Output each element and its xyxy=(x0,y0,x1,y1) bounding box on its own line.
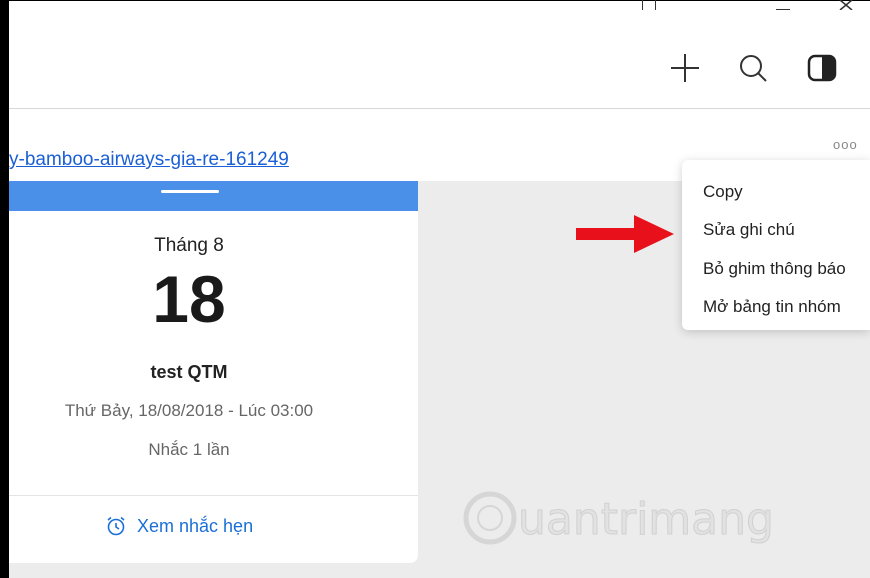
alarm-clock-icon xyxy=(107,516,125,536)
divider xyxy=(9,495,418,496)
panel-toggle-icon[interactable] xyxy=(805,50,841,86)
watermark-text: uantrimang xyxy=(518,494,774,545)
plus-icon[interactable] xyxy=(667,50,703,86)
app-window: y-bamboo-airways-gia-re-161249 ooo Tháng… xyxy=(0,0,870,578)
red-arrow-icon xyxy=(576,215,674,253)
menu-item-copy[interactable]: Copy xyxy=(703,182,743,202)
minimize-window-button[interactable] xyxy=(776,0,790,10)
chat-toolbar xyxy=(9,10,870,109)
window-left-edge xyxy=(0,0,9,578)
reminder-card: Tháng 8 18 test QTM Thứ Bảy, 18/08/2018 … xyxy=(9,181,418,563)
search-icon[interactable] xyxy=(735,50,771,86)
reminder-datetime: Thứ Bảy, 18/08/2018 - Lúc 03:00 xyxy=(64,401,314,420)
drag-handle xyxy=(161,190,219,193)
context-menu: Copy Sửa ghi chú Bỏ ghim thông báo Mở bả… xyxy=(682,160,870,330)
reminder-month: Tháng 8 xyxy=(154,235,224,256)
more-options-button[interactable]: ooo xyxy=(833,137,858,152)
window-titlebar xyxy=(0,0,870,10)
card-header xyxy=(9,181,418,211)
quantrimang-watermark: uantrimang xyxy=(463,491,774,546)
reminder-day: 18 xyxy=(152,262,226,336)
view-reminder-label: Xem nhắc hẹn xyxy=(137,515,254,536)
menu-item-edit-note[interactable]: Sửa ghi chú xyxy=(703,220,795,240)
menu-item-unpin[interactable]: Bỏ ghim thông báo xyxy=(703,259,846,279)
reminder-repeat: Nhắc 1 lần xyxy=(148,440,230,459)
view-reminder-button[interactable]: Xem nhắc hẹn xyxy=(105,515,253,537)
menu-item-open-group-board[interactable]: Mở bảng tin nhóm xyxy=(703,297,841,317)
reminder-title: test QTM xyxy=(150,362,228,382)
pinned-link[interactable]: y-bamboo-airways-gia-re-161249 xyxy=(9,149,289,171)
